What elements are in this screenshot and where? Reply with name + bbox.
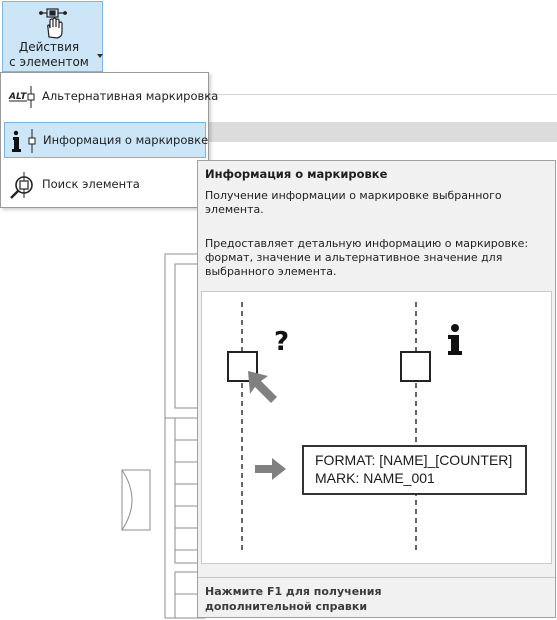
menu-item-label: Информация о маркировке [43,133,209,147]
hand-element-icon [39,8,67,39]
element-actions-label: Действия с элементом [9,40,89,69]
tooltip-illustration: ? FORMAT: [NAME]_[COUNTER] MARK: NAME_00… [201,291,552,564]
tooltip-summary: Получение информации о маркировке выбран… [205,189,502,216]
tooltip-footer-divider [198,577,555,578]
tooltip-title: Информация о маркировке [205,167,388,181]
menu-item-label: Альтернативная маркировка [42,89,219,103]
arrow-right-icon [255,458,286,480]
marking-info-illustration: ? [227,302,462,554]
menu-item-label: Поиск элемента [42,177,140,191]
menu-item-alternative-marking[interactable]: ALT Альтернативная маркировка [4,79,218,115]
marking-format-box: FORMAT: [NAME]_[COUNTER] MARK: NAME_001 [302,445,527,495]
question-mark-icon: ? [274,327,289,357]
cursor-arrow-icon [248,371,277,403]
info-icon [448,324,462,355]
element-actions-button[interactable]: Действия с элементом [2,1,103,72]
chevron-down-icon[interactable] [97,54,103,58]
marking-info-tooltip: Информация о маркировке Получение информ… [197,160,556,618]
format-line: FORMAT: [NAME]_[COUNTER] [315,452,513,468]
mark-line: MARK: NAME_001 [315,470,435,486]
menu-item-find-element[interactable]: Поиск элемента [4,167,206,203]
tooltip-description: Предоставляет детальную информацию о мар… [205,237,529,278]
tooltip-footer: Нажмите F1 для получения дополнительной … [205,585,382,613]
find-element-icon [10,172,33,199]
element-box-right [400,351,431,382]
menu-item-marking-info[interactable]: Информация о маркировке [4,122,209,158]
element-actions-menu: ALT Альтернативная маркировка Информация… [0,72,218,208]
marking-info-icon [12,129,36,153]
alt-marking-icon: ALT [8,86,35,108]
